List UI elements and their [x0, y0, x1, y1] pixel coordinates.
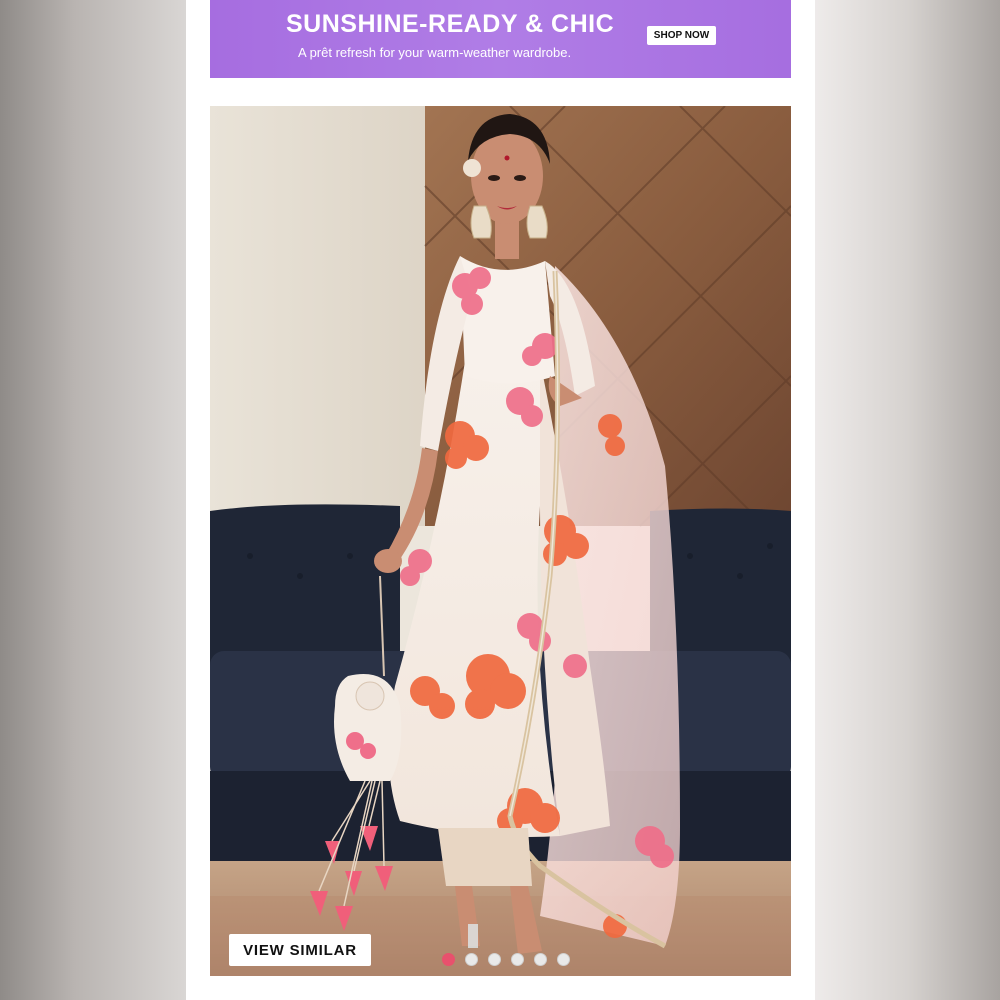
carousel-dot[interactable] [534, 952, 547, 966]
carousel-dot[interactable] [465, 952, 478, 966]
shop-now-button[interactable]: SHOP NOW [647, 26, 716, 45]
product-card[interactable]: VIEW SIMILAR [210, 106, 791, 976]
product-image[interactable] [210, 106, 791, 976]
feed-page: SUNSHINE-READY & CHIC A prêt refresh for… [186, 0, 815, 1000]
carousel-dot[interactable] [442, 952, 455, 966]
carousel-dot[interactable] [511, 952, 524, 966]
promo-title: SUNSHINE-READY & CHIC [286, 10, 615, 38]
carousel-dots [442, 952, 570, 966]
carousel-dot[interactable] [488, 952, 501, 966]
carousel-dot[interactable] [557, 952, 570, 966]
view-similar-button[interactable]: VIEW SIMILAR [229, 934, 371, 966]
promo-subtitle: A prêt refresh for your warm-weather war… [298, 45, 572, 60]
promo-banner[interactable]: SUNSHINE-READY & CHIC A prêt refresh for… [210, 0, 791, 78]
backdrop-right [815, 0, 1000, 1000]
backdrop-left [0, 0, 186, 1000]
